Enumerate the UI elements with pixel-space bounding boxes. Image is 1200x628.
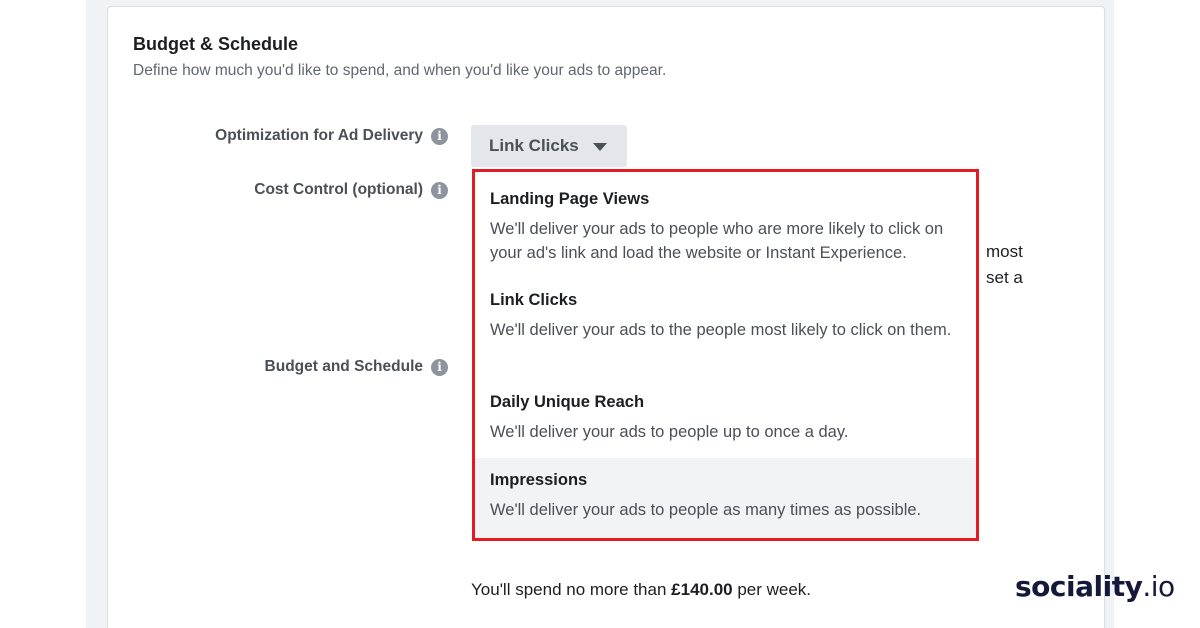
optimization-dropdown-menu: Landing Page Views We'll deliver your ad… <box>472 169 979 541</box>
cost-control-label-text: Cost Control (optional) <box>254 181 423 198</box>
menu-item-title: Impressions <box>490 471 588 489</box>
menu-item-description: We'll deliver your ads to the people mos… <box>490 321 952 339</box>
spend-suffix: per week. <box>732 580 812 599</box>
section-title: Budget & Schedule <box>133 34 299 54</box>
menu-item-daily-unique-reach[interactable]: Daily Unique Reach We'll deliver your ad… <box>475 377 976 458</box>
info-icon[interactable]: i <box>431 127 448 145</box>
menu-item-title: Link Clicks <box>490 291 578 309</box>
menu-item-description: We'll deliver your ads to people up to o… <box>490 423 849 441</box>
logo-main-text: sociality <box>1015 570 1143 603</box>
spend-prefix: You'll spend no more than <box>471 580 672 599</box>
obscured-text-line: most <box>986 242 1023 261</box>
info-icon[interactable]: i <box>431 358 448 376</box>
spend-amount: £140.00 <box>671 580 733 599</box>
optimization-label: Optimization for Ad Delivery i <box>215 127 448 145</box>
screenshot-stage: Budget & Schedule Define how much you'd … <box>0 0 1200 628</box>
section-subtitle: Define how much you'd like to spend, and… <box>133 62 667 79</box>
cost-control-label: Cost Control (optional) i <box>254 181 448 199</box>
optimization-label-text: Optimization for Ad Delivery <box>215 127 423 144</box>
sociality-logo: sociality .io <box>1015 570 1175 618</box>
info-icon[interactable]: i <box>431 181 448 199</box>
menu-item-title: Landing Page Views <box>490 190 650 208</box>
menu-item-landing-page-views[interactable]: Landing Page Views We'll deliver your ad… <box>475 172 976 267</box>
menu-item-link-clicks[interactable]: Link Clicks We'll deliver your ads to th… <box>475 267 976 377</box>
dropdown-selected-value: Link Clicks <box>489 136 579 155</box>
menu-item-impressions[interactable]: Impressions We'll deliver your ads to pe… <box>475 458 976 538</box>
budget-label-text: Budget and Schedule <box>264 358 423 375</box>
budget-label: Budget and Schedule i <box>265 358 448 376</box>
logo-tld-text: .io <box>1142 570 1175 603</box>
optimization-dropdown-button[interactable]: Link Clicks <box>471 125 627 167</box>
menu-item-description: We'll deliver your ads to people who are… <box>490 220 944 262</box>
spend-summary: You'll spend no more than £140.00 per we… <box>471 580 811 600</box>
menu-item-description: We'll deliver your ads to people as many… <box>490 501 922 519</box>
menu-item-title: Daily Unique Reach <box>490 393 645 411</box>
obscured-text-line: set a <box>986 268 1023 287</box>
caret-down-icon <box>592 143 607 151</box>
